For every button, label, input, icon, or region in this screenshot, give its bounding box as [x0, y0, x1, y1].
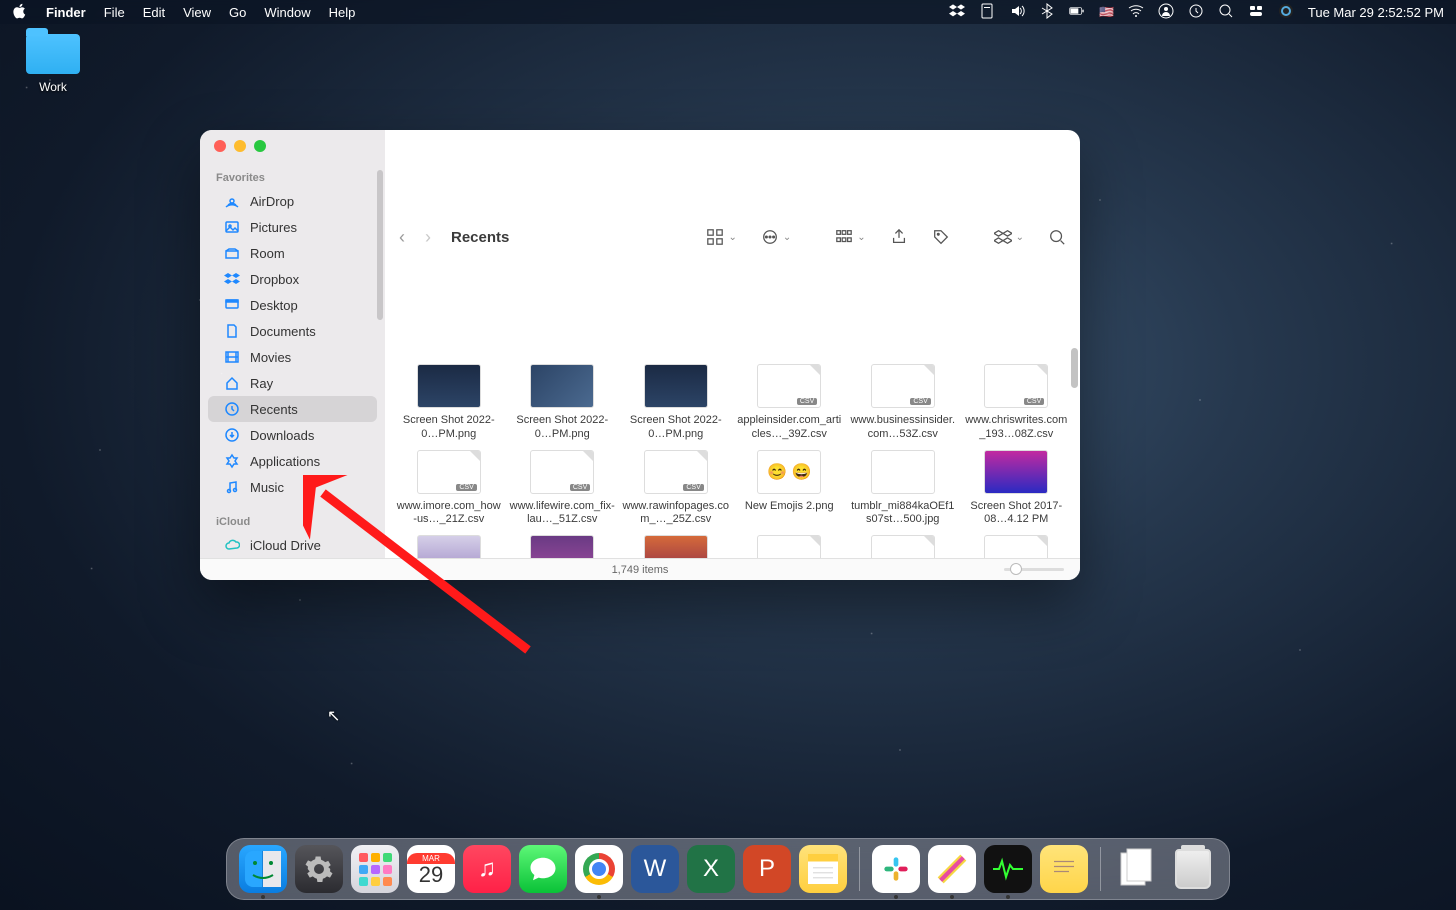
sidebar-item-music[interactable]: Music: [208, 474, 377, 500]
view-mode-button[interactable]: ⌄: [706, 228, 736, 246]
file-item[interactable]: www.imore.com_how-us…_21Z.csv: [395, 450, 503, 528]
file-item[interactable]: www.businessinsider.com…_17Z.csv: [849, 535, 957, 558]
dock-activity-monitor[interactable]: [984, 845, 1032, 893]
menu-go[interactable]: Go: [229, 5, 246, 20]
sidebar-item-pictures[interactable]: Pictures: [208, 214, 377, 240]
dock-documents-stack[interactable]: [1113, 845, 1161, 893]
file-item[interactable]: www.imore.com_how-get…03Z.csv: [963, 535, 1071, 558]
finder-toolbar: ‹ › Recents ⌄ ⌄ ⌄ ⌄: [385, 130, 1080, 344]
file-item[interactable]: www.businessinsider.com…53Z.csv: [849, 364, 957, 442]
battery-card-icon[interactable]: [979, 3, 995, 22]
sidebar-item-downloads[interactable]: Downloads: [208, 422, 377, 448]
sidebar-item-ray[interactable]: Ray: [208, 370, 377, 396]
file-item[interactable]: the bullet: [509, 535, 617, 558]
nav-forward-button[interactable]: ›: [425, 227, 431, 248]
sidebar-item-applications[interactable]: Applications: [208, 448, 377, 474]
nav-back-button[interactable]: ‹: [399, 227, 405, 248]
file-item[interactable]: 😊 😄New Emojis 2.png: [736, 450, 844, 528]
battery-icon[interactable]: [1069, 3, 1085, 22]
file-item[interactable]: tumblr_lxfxu4nFzw1qceu…1280.jpg: [622, 535, 730, 558]
bluetooth-icon[interactable]: [1039, 3, 1055, 22]
finder-statusbar: 1,749 items: [200, 558, 1080, 580]
file-item[interactable]: Screen Shot 2022-0…PM.png: [509, 364, 617, 442]
file-item[interactable]: tumblr_mi884kaOEf1s07st…500.jpg: [849, 450, 957, 528]
menu-help[interactable]: Help: [329, 5, 356, 20]
dock-music[interactable]: ♫: [463, 845, 511, 893]
file-item[interactable]: www.rawinfopages.com_…_25Z.csv: [622, 450, 730, 528]
file-item[interactable]: Screen Shot 2017-08…4.12 PM: [963, 450, 1071, 528]
cursor-icon: ↖: [327, 706, 340, 726]
menu-bar: Finder File Edit View Go Window Help 🇺🇸 …: [0, 0, 1456, 24]
window-zoom-button[interactable]: [254, 140, 266, 152]
dock-slack[interactable]: [872, 845, 920, 893]
spotlight-icon[interactable]: [1218, 3, 1234, 22]
file-item[interactable]: Screen Shot 2022-0…PM.png: [622, 364, 730, 442]
dock-stickies[interactable]: [1040, 845, 1088, 893]
content-scrollbar[interactable]: [1071, 348, 1078, 388]
flag-icon[interactable]: 🇺🇸: [1099, 5, 1114, 19]
dock-chrome[interactable]: [575, 845, 623, 893]
tags-button[interactable]: [932, 228, 950, 246]
timemachine-icon[interactable]: [1188, 3, 1204, 22]
search-button[interactable]: [1048, 228, 1066, 246]
app-name[interactable]: Finder: [46, 5, 86, 20]
desktop-folder-label: Work: [39, 80, 67, 94]
menu-window[interactable]: Window: [264, 5, 310, 20]
sidebar-item-dropbox[interactable]: Dropbox: [208, 266, 377, 292]
file-item[interactable]: invictus: [395, 535, 503, 558]
window-title: Recents: [451, 229, 509, 246]
file-item[interactable]: www.techbout.com_send…33Z.csv: [736, 535, 844, 558]
menu-edit[interactable]: Edit: [143, 5, 165, 20]
sidebar-scrollbar[interactable]: [377, 170, 383, 320]
group-button[interactable]: ⌄: [761, 228, 791, 246]
dock-finder[interactable]: [239, 845, 287, 893]
dock-powerpoint[interactable]: P: [743, 845, 791, 893]
sidebar-item-icloud-drive[interactable]: iCloud Drive: [208, 532, 377, 558]
sidebar-item-desktop[interactable]: Desktop: [208, 292, 377, 318]
menubar-clock[interactable]: Tue Mar 29 2:52:52 PM: [1308, 5, 1444, 20]
file-item[interactable]: www.chriswrites.com_193…08Z.csv: [963, 364, 1071, 442]
siri-icon[interactable]: [1278, 3, 1294, 22]
wifi-icon[interactable]: [1128, 3, 1144, 22]
finder-sidebar: Favorites AirDropPicturesRoomDropboxDesk…: [200, 130, 385, 558]
window-minimize-button[interactable]: [234, 140, 246, 152]
dock-notes[interactable]: [799, 845, 847, 893]
sidebar-item-movies[interactable]: Movies: [208, 344, 377, 370]
icon-size-slider[interactable]: [1004, 568, 1064, 571]
dock-trash[interactable]: [1169, 845, 1217, 893]
sidebar-item-documents[interactable]: Documents: [208, 318, 377, 344]
menu-view[interactable]: View: [183, 5, 211, 20]
dropbox-menu-icon[interactable]: [949, 3, 965, 22]
file-item[interactable]: Screen Shot 2022-0…PM.png: [395, 364, 503, 442]
desktop-folder-work[interactable]: Work: [18, 34, 88, 94]
sidebar-item-recents[interactable]: Recents: [208, 396, 377, 422]
volume-icon[interactable]: [1009, 3, 1025, 22]
dock-excel[interactable]: X: [687, 845, 735, 893]
finder-window: Favorites AirDropPicturesRoomDropboxDesk…: [200, 130, 1080, 580]
share-button[interactable]: [890, 228, 908, 246]
dropbox-toolbar-icon[interactable]: ⌄: [994, 228, 1024, 246]
control-center-icon[interactable]: [1248, 3, 1264, 22]
finder-content[interactable]: Screen Shot 2022-0…PM.pngScreen Shot 202…: [385, 344, 1080, 558]
dock-launchpad[interactable]: [351, 845, 399, 893]
sidebar-heading-favorites: Favorites: [200, 166, 385, 188]
file-item[interactable]: www.lifewire.com_fix-lau…_51Z.csv: [509, 450, 617, 528]
file-item[interactable]: appleinsider.com_articles…_39Z.csv: [736, 364, 844, 442]
dock-app-color[interactable]: [928, 845, 976, 893]
sidebar-item-room[interactable]: Room: [208, 240, 377, 266]
sidebar-heading-icloud: iCloud: [200, 510, 385, 532]
window-close-button[interactable]: [214, 140, 226, 152]
status-item-count: 1,749 items: [612, 564, 669, 576]
folder-icon: [26, 34, 80, 74]
menu-file[interactable]: File: [104, 5, 125, 20]
dock-messages[interactable]: [519, 845, 567, 893]
sidebar-item-airdrop[interactable]: AirDrop: [208, 188, 377, 214]
apple-menu-icon[interactable]: [12, 3, 28, 22]
dock: MAR29 ♫ W X P: [226, 838, 1230, 900]
arrange-button[interactable]: ⌄: [835, 228, 865, 246]
dock-system-preferences[interactable]: [295, 845, 343, 893]
user-icon[interactable]: [1158, 3, 1174, 22]
dock-word[interactable]: W: [631, 845, 679, 893]
dock-calendar[interactable]: MAR29: [407, 845, 455, 893]
